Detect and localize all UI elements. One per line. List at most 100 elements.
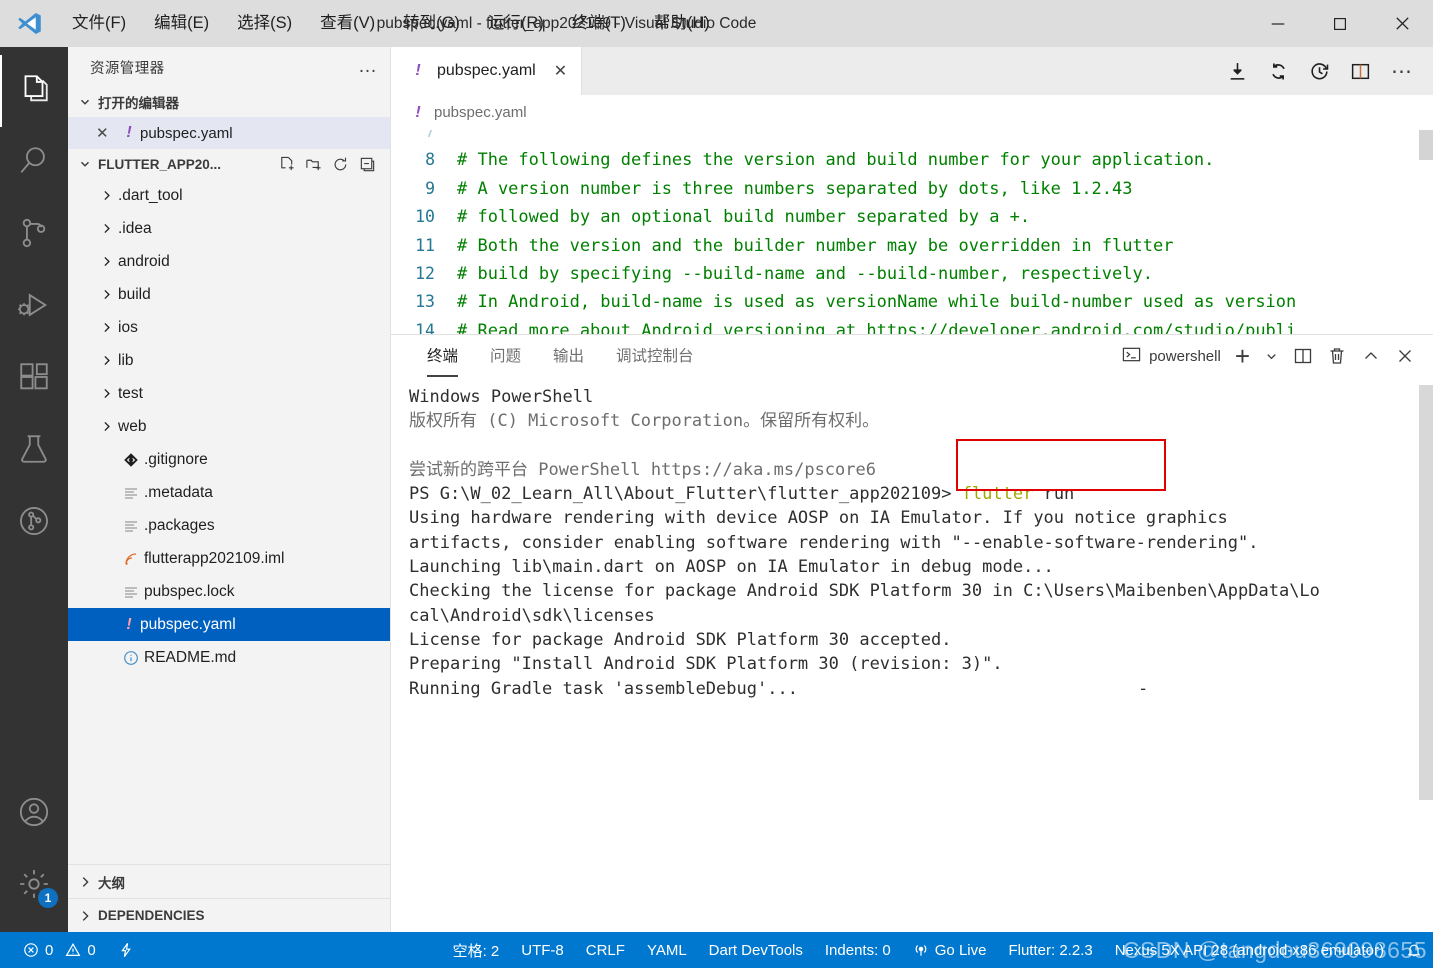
title-bar: 文件(F) 编辑(E) 选择(S) 查看(V) 转到(G) 运行(R) 终端(T… bbox=[0, 0, 1433, 47]
split-editor-icon[interactable] bbox=[1350, 61, 1371, 82]
status-language-mode[interactable]: YAML bbox=[636, 932, 698, 968]
breadcrumb[interactable]: ! pubspec.yaml bbox=[391, 95, 1433, 130]
code-line: 13 # In Android, build-name is used as v… bbox=[391, 288, 1433, 316]
tree-row[interactable]: lib bbox=[68, 344, 390, 377]
status-dart-devtools[interactable]: Dart DevTools bbox=[698, 932, 814, 968]
editor-scrollbar-thumb[interactable] bbox=[1419, 130, 1433, 160]
menu-file[interactable]: 文件(F) bbox=[58, 0, 140, 47]
activity-source-control[interactable] bbox=[0, 199, 68, 271]
tree-row[interactable]: .metadata bbox=[68, 476, 390, 509]
activity-testing[interactable] bbox=[0, 415, 68, 487]
new-file-icon[interactable] bbox=[278, 156, 295, 173]
ellipsis-icon[interactable]: ⋯ bbox=[1391, 61, 1413, 82]
status-flutter-daemon[interactable] bbox=[107, 932, 145, 968]
status-flutter-version[interactable]: Flutter: 2.2.3 bbox=[997, 932, 1103, 968]
status-problems[interactable]: 0 0 bbox=[12, 932, 107, 968]
tab-close-icon[interactable]: ✕ bbox=[554, 61, 567, 81]
status-encoding[interactable]: UTF-8 bbox=[510, 932, 575, 968]
tree-row[interactable]: pubspec.lock bbox=[68, 575, 390, 608]
chevron-down-icon[interactable] bbox=[1264, 349, 1279, 364]
panel-tab-problems[interactable]: 问题 bbox=[474, 335, 537, 377]
bottom-panel: 终端 问题 输出 调试控制台 powershell + Windows Powe… bbox=[391, 334, 1433, 932]
close-icon[interactable]: ✕ bbox=[96, 124, 118, 142]
tree-row[interactable]: web bbox=[68, 410, 390, 443]
menu-edit[interactable]: 编辑(E) bbox=[140, 0, 223, 47]
info-icon bbox=[118, 650, 144, 666]
bell-icon bbox=[1406, 942, 1422, 958]
minimize-button[interactable] bbox=[1247, 0, 1309, 47]
broadcast-icon bbox=[913, 942, 929, 958]
new-folder-icon[interactable] bbox=[305, 156, 322, 173]
close-button[interactable] bbox=[1371, 0, 1433, 47]
menu-selection[interactable]: 选择(S) bbox=[223, 0, 306, 47]
section-open-editors[interactable]: 打开的编辑器 bbox=[68, 87, 390, 117]
download-icon[interactable] bbox=[1227, 61, 1248, 82]
activity-manage[interactable]: 1 bbox=[0, 850, 68, 922]
activity-explorer[interactable] bbox=[0, 55, 68, 127]
menu-help[interactable]: 帮助(H) bbox=[640, 0, 724, 47]
tree-row[interactable]: flutterapp202109.iml bbox=[68, 542, 390, 575]
menu-run[interactable]: 运行(R) bbox=[474, 0, 558, 47]
sync-icon[interactable] bbox=[1268, 61, 1289, 82]
activity-search[interactable] bbox=[0, 127, 68, 199]
activity-accounts[interactable] bbox=[0, 778, 68, 850]
code-editor[interactable]: 7 8 # The following defines the version … bbox=[391, 130, 1433, 334]
text-file-icon bbox=[118, 485, 144, 501]
menu-terminal[interactable]: 终端(T) bbox=[558, 0, 640, 47]
open-editor-item[interactable]: ✕ ! pubspec.yaml bbox=[68, 117, 390, 149]
status-eol[interactable]: CRLF bbox=[575, 932, 636, 968]
activity-run-debug[interactable] bbox=[0, 271, 68, 343]
chevron-right-icon bbox=[94, 255, 118, 268]
tab-pubspec-yaml[interactable]: ! pubspec.yaml ✕ bbox=[391, 47, 583, 95]
tree-row-selected[interactable]: ! pubspec.yaml bbox=[68, 608, 390, 641]
zap-icon bbox=[118, 942, 134, 958]
section-dependencies[interactable]: DEPENDENCIES bbox=[68, 898, 390, 932]
run-debug-icon bbox=[17, 288, 51, 327]
activity-extensions[interactable] bbox=[0, 343, 68, 415]
sidebar-more-icon[interactable]: … bbox=[358, 56, 378, 78]
refresh-icon[interactable] bbox=[332, 156, 349, 173]
tree-row[interactable]: .gitignore bbox=[68, 443, 390, 476]
maximize-button[interactable] bbox=[1309, 0, 1371, 47]
history-icon[interactable] bbox=[1309, 61, 1330, 82]
status-bell[interactable] bbox=[1395, 932, 1433, 968]
terminal-line: Windows PowerShell bbox=[409, 387, 594, 407]
status-indentation[interactable]: 空格: 2 bbox=[442, 932, 511, 968]
tree-label: build bbox=[118, 285, 151, 303]
close-icon[interactable] bbox=[1395, 346, 1415, 366]
tree-label: lib bbox=[118, 351, 134, 369]
tree-row[interactable]: README.md bbox=[68, 641, 390, 674]
terminal-scrollbar-thumb[interactable] bbox=[1419, 385, 1433, 800]
plus-icon[interactable]: + bbox=[1235, 343, 1250, 369]
tree-label: android bbox=[118, 252, 170, 270]
split-icon[interactable] bbox=[1293, 346, 1313, 366]
menu-go[interactable]: 转到(G) bbox=[389, 0, 474, 47]
terminal-selector[interactable]: powershell bbox=[1122, 345, 1221, 368]
menu-view[interactable]: 查看(V) bbox=[306, 0, 389, 47]
status-go-live[interactable]: Go Live bbox=[902, 932, 998, 968]
status-device[interactable]: Nexus 5X API 28 (android-x86 emulator) bbox=[1104, 932, 1395, 968]
terminal-scrollbar[interactable] bbox=[1419, 377, 1433, 932]
section-outline[interactable]: 大纲 bbox=[68, 864, 390, 898]
panel-tab-terminal[interactable]: 终端 bbox=[411, 335, 474, 377]
tree-row[interactable]: .packages bbox=[68, 509, 390, 542]
activity-flutter-outline[interactable] bbox=[0, 487, 68, 559]
tree-row[interactable]: android bbox=[68, 245, 390, 278]
tree-row[interactable]: .dart_tool bbox=[68, 179, 390, 212]
trash-icon[interactable] bbox=[1327, 346, 1347, 366]
chevron-up-icon[interactable] bbox=[1361, 346, 1381, 366]
status-indents[interactable]: Indents: 0 bbox=[814, 932, 902, 968]
tree-row[interactable]: .idea bbox=[68, 212, 390, 245]
tree-row[interactable]: build bbox=[68, 278, 390, 311]
editor-scrollbar[interactable] bbox=[1419, 130, 1433, 334]
section-project-root[interactable]: FLUTTER_APP20... bbox=[68, 149, 390, 179]
line-text: # followed by an optional build number s… bbox=[457, 207, 1031, 228]
panel-tab-output[interactable]: 输出 bbox=[537, 335, 600, 377]
files-icon bbox=[17, 72, 51, 111]
collapse-all-icon[interactable] bbox=[359, 156, 376, 173]
tree-row[interactable]: test bbox=[68, 377, 390, 410]
panel-tab-debug-console[interactable]: 调试控制台 bbox=[600, 335, 710, 377]
terminal-spinner: - bbox=[1137, 678, 1149, 699]
tree-row[interactable]: ios bbox=[68, 311, 390, 344]
terminal-output[interactable]: Windows PowerShell 版权所有 (C) Microsoft Co… bbox=[391, 377, 1433, 932]
